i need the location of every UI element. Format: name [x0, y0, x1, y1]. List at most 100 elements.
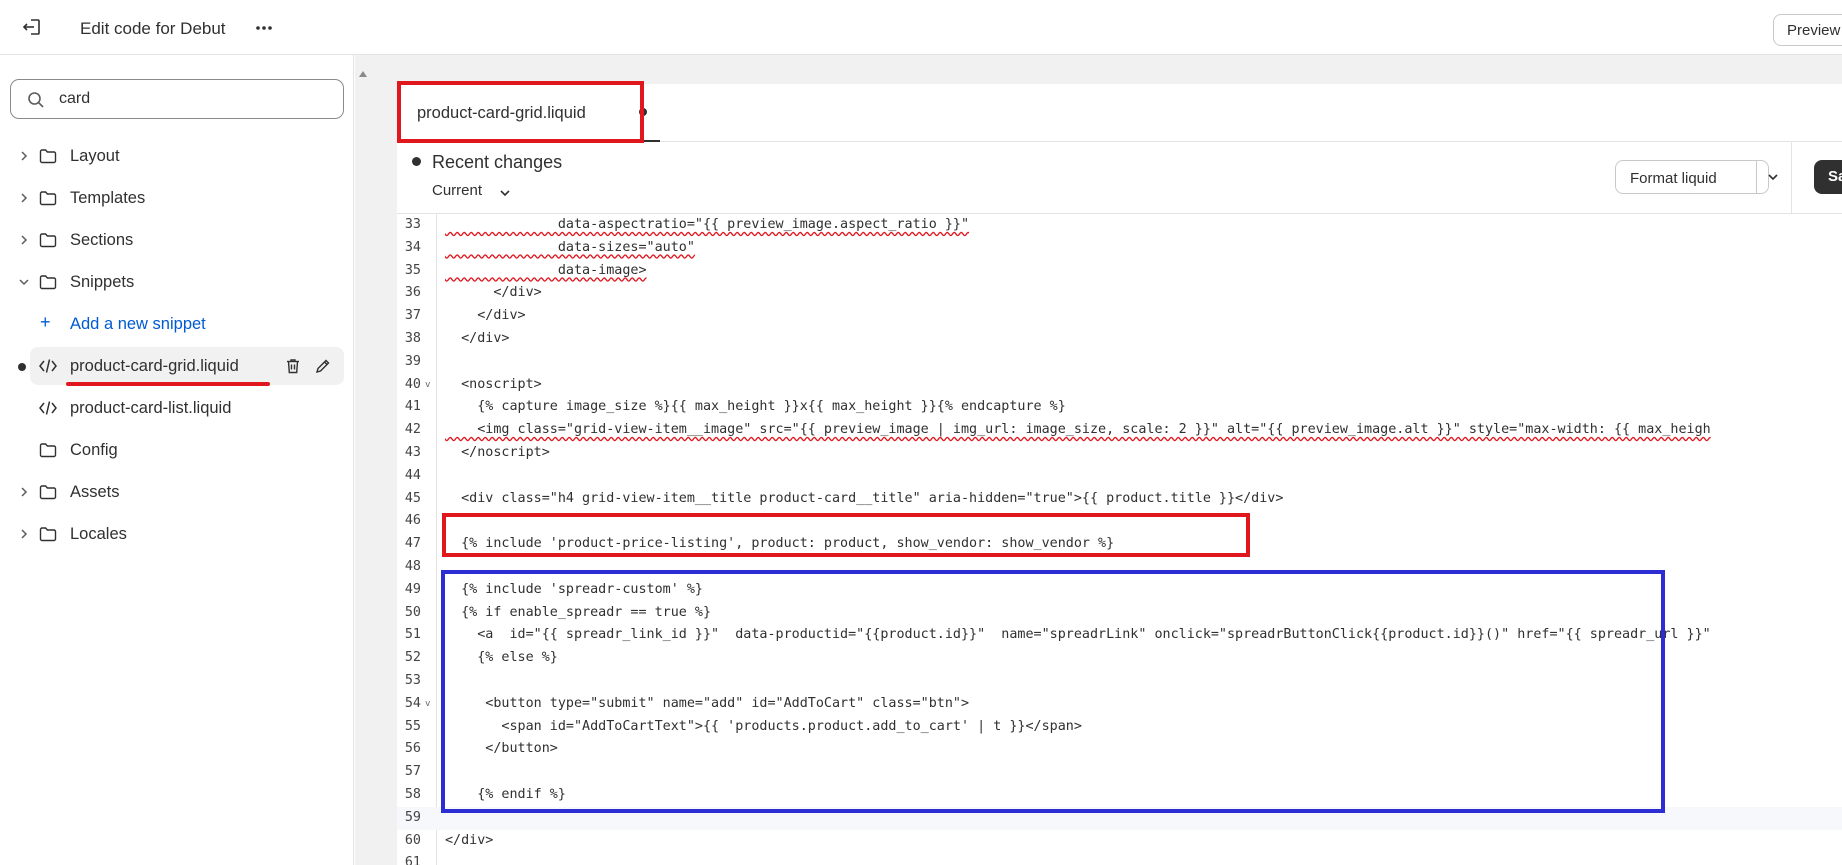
code-file-icon: [39, 401, 57, 415]
line-number: 43: [404, 445, 421, 460]
chevron-down-icon[interactable]: [1767, 172, 1779, 182]
line-number: 40: [404, 376, 421, 392]
line-number: 58: [404, 787, 421, 802]
chevron-down-icon: [500, 190, 510, 197]
rename-icon[interactable]: [314, 357, 332, 375]
folder-icon: [39, 527, 57, 542]
code-line[interactable]: 33 data-aspectratio="{{ preview_image.as…: [397, 214, 1842, 237]
code-line[interactable]: 35 data-image>: [397, 260, 1842, 283]
preview-button[interactable]: Preview: [1773, 14, 1842, 46]
code-line[interactable]: 38 </div>: [397, 328, 1842, 351]
line-number: 35: [404, 262, 421, 278]
line-number: 44: [404, 467, 421, 483]
folder-layout[interactable]: Layout: [0, 135, 354, 177]
code-text: data-image>: [445, 262, 647, 278]
file-tree: Layout Templates Sections Snippets + Add…: [0, 135, 354, 555]
code-line[interactable]: 40 v <noscript>: [397, 374, 1842, 397]
code-text: </div>: [445, 285, 542, 301]
code-text: </div>: [445, 331, 510, 346]
save-button[interactable]: Save: [1814, 160, 1842, 194]
folder-sections[interactable]: Sections: [0, 219, 354, 261]
exit-icon[interactable]: [20, 15, 44, 39]
top-bar: Edit code for Debut Preview: [0, 0, 1842, 55]
line-number: 56: [404, 741, 421, 757]
unsaved-indicator: [18, 363, 26, 371]
folder-label: Layout: [70, 147, 120, 165]
code-line[interactable]: 34 data-sizes="auto": [397, 237, 1842, 260]
code-line[interactable]: 36 </div>: [397, 282, 1842, 305]
line-number: 47: [404, 536, 421, 552]
code-line[interactable]: 61: [397, 852, 1842, 865]
page-title: Edit code for Debut: [80, 19, 226, 38]
code-text: </div>: [445, 832, 494, 848]
file-product-card-grid[interactable]: product-card-grid.liquid: [0, 345, 354, 387]
folder-templates[interactable]: Templates: [0, 177, 354, 219]
chevron-right-icon: [21, 235, 28, 245]
add-snippet-label: Add a new snippet: [70, 315, 206, 333]
code-text: <noscript>: [445, 376, 542, 392]
folder-locales[interactable]: Locales: [0, 513, 354, 555]
code-line[interactable]: 42 <img class="grid-view-item__image" sr…: [397, 419, 1842, 442]
version-select[interactable]: Current: [432, 182, 482, 199]
folder-label: Sections: [70, 231, 134, 249]
delete-icon[interactable]: [284, 357, 302, 375]
unsaved-indicator: [412, 157, 421, 166]
line-number: 53: [404, 673, 421, 688]
search-box: [10, 79, 344, 119]
line-number: 38: [404, 331, 421, 346]
red-underline-annotation: [66, 382, 270, 386]
code-text: <img class="grid-view-item__image" src="…: [445, 422, 1711, 438]
line-number: 60: [404, 832, 421, 848]
line-number: 48: [404, 559, 421, 574]
scroll-up-arrow-icon[interactable]: [358, 70, 368, 78]
folder-label: Locales: [70, 525, 127, 543]
folder-assets[interactable]: Assets: [0, 471, 354, 513]
code-line[interactable]: 45 <div class="h4 grid-view-item__title …: [397, 488, 1842, 511]
fold-chevron-icon[interactable]: v: [425, 380, 430, 390]
more-actions-icon[interactable]: [252, 16, 276, 40]
folder-icon: [39, 233, 57, 248]
line-number: 59: [404, 809, 421, 825]
file-label: product-card-list.liquid: [70, 399, 232, 417]
code-text: </noscript>: [445, 445, 550, 460]
file-sidebar: Layout Templates Sections Snippets + Add…: [0, 55, 354, 865]
code-line[interactable]: 41 {% capture image_size %}{{ max_height…: [397, 396, 1842, 419]
line-number: 50: [404, 604, 421, 620]
line-number: 52: [404, 650, 421, 666]
code-text: </div>: [445, 308, 526, 324]
folder-icon: [39, 485, 57, 500]
folder-snippets[interactable]: Snippets: [0, 261, 354, 303]
fold-chevron-icon[interactable]: v: [425, 699, 430, 709]
chevron-right-icon: [21, 151, 28, 161]
code-text: <div class="h4 grid-view-item__title pro…: [445, 490, 1284, 506]
recent-changes-title: Recent changes: [432, 152, 563, 172]
chevron-right-icon: [21, 487, 28, 497]
format-liquid-button[interactable]: Format liquid: [1615, 160, 1769, 194]
line-number: 34: [404, 239, 421, 255]
blue-box-annotation-spreadr: [441, 570, 1665, 813]
folder-icon: [39, 275, 57, 290]
search-icon: [28, 92, 44, 108]
folder-config[interactable]: Config: [0, 429, 354, 471]
line-number: 57: [404, 764, 421, 780]
file-product-card-list[interactable]: product-card-list.liquid: [0, 387, 354, 429]
code-line[interactable]: 37 </div>: [397, 305, 1842, 328]
add-snippet-link[interactable]: + Add a new snippet: [0, 303, 354, 345]
code-text: {% capture image_size %}{{ max_height }}…: [445, 399, 1066, 415]
chevron-down-icon: [19, 279, 29, 286]
folder-label: Snippets: [70, 273, 135, 291]
code-line[interactable]: 39: [397, 351, 1842, 374]
code-line[interactable]: 60 </div>: [397, 830, 1842, 853]
line-number: 42: [404, 422, 421, 438]
code-text: data-sizes="auto": [445, 239, 695, 255]
search-input[interactable]: [59, 86, 329, 112]
folder-icon: [39, 149, 57, 164]
file-label: product-card-grid.liquid: [70, 357, 239, 375]
code-line[interactable]: 44: [397, 465, 1842, 488]
line-number: 41: [404, 399, 421, 415]
line-number: 61: [404, 855, 421, 865]
line-number: 45: [404, 490, 421, 506]
chevron-right-icon: [21, 193, 28, 203]
line-number: 39: [404, 353, 421, 369]
code-line[interactable]: 43 </noscript>: [397, 442, 1842, 465]
